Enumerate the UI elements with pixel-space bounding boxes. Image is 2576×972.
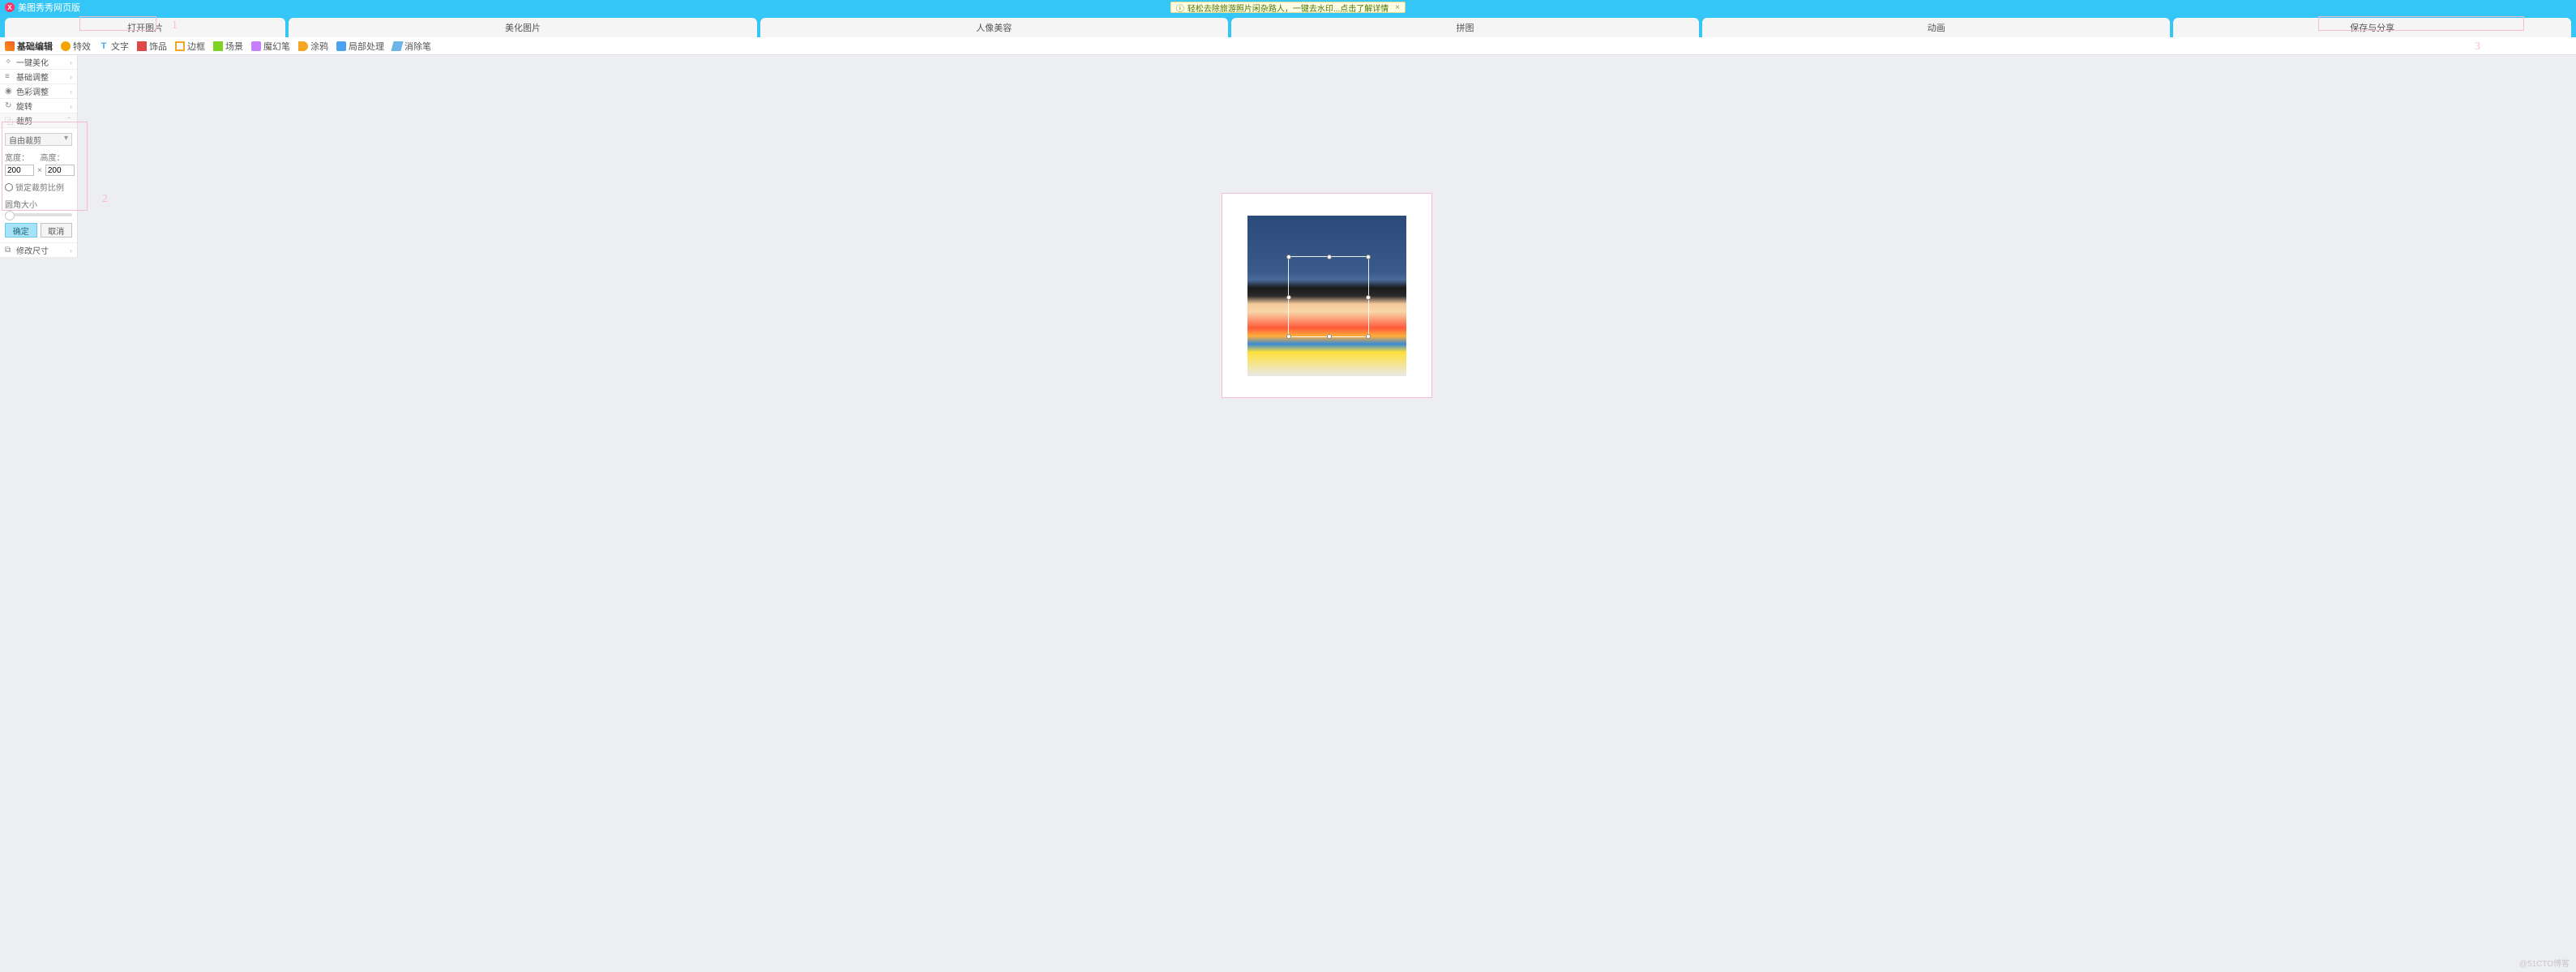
crop-handle-e[interactable] (1366, 295, 1371, 300)
tool-border[interactable]: 边框 (175, 40, 205, 53)
promo-banner[interactable]: ⓘ 轻松去除旅游照片闲杂路人，一键去水印...点击了解详情 × (1170, 2, 1406, 13)
annotation-1: 1 (172, 19, 178, 32)
ok-button[interactable]: 确定 (5, 223, 37, 238)
tool-basic-edit[interactable]: 基础编辑 (5, 40, 53, 53)
chevron-right-icon: › (70, 246, 72, 255)
annotation-3: 3 (2475, 41, 2480, 54)
tab-animation[interactable]: 动画 (1702, 18, 2170, 37)
height-input[interactable] (45, 165, 75, 176)
crop-handle-ne[interactable] (1366, 255, 1371, 259)
lock-ratio-radio[interactable] (5, 183, 13, 191)
accordion-rotate[interactable]: ↻旋转 › (0, 99, 77, 113)
tool-doodle[interactable]: 涂鸦 (298, 40, 328, 53)
accordion-one-click[interactable]: ✧一键美化 › (0, 55, 77, 70)
chevron-right-icon: › (70, 102, 72, 110)
color-adjust-icon: ◉ (5, 87, 13, 96)
tool-decor[interactable]: 饰品 (137, 40, 167, 53)
crop-handle-n[interactable] (1327, 255, 1332, 259)
crop-panel: 自由裁剪 宽度： 高度： × 锁定裁剪比例 圆角大小 确定 (0, 128, 77, 243)
accordion-basic-adjust[interactable]: ≡基础调整 › (0, 70, 77, 84)
dimension-separator: × (36, 166, 44, 175)
app-logo-icon: X (5, 2, 15, 12)
lock-ratio-row[interactable]: 锁定裁剪比例 (5, 181, 72, 193)
tab-open-image[interactable]: 打开图片 (5, 18, 285, 37)
title-bar: X 美图秀秀网页版 ⓘ 轻松去除旅游照片闲杂路人，一键去水印...点击了解详情 … (0, 0, 2576, 15)
app-title: 美图秀秀网页版 (18, 1, 80, 14)
rotate-icon: ↻ (5, 101, 13, 110)
tool-magic-pen[interactable]: 魔幻笔 (251, 40, 290, 53)
tool-bar: 基础编辑 特效 T文字 饰品 边框 场景 魔幻笔 涂鸦 局部处理 消除笔 (0, 37, 2576, 55)
tool-effects[interactable]: 特效 (61, 40, 91, 53)
resize-icon: ⧉ (5, 246, 13, 255)
doodle-icon (298, 41, 308, 51)
crop-handle-w[interactable] (1286, 295, 1291, 300)
chevron-up-icon: ⌃ (66, 116, 72, 125)
accordion-color-adjust[interactable]: ◉色彩调整 › (0, 84, 77, 99)
width-label: 宽度： (5, 151, 37, 163)
side-panel: ✧一键美化 › ≡基础调整 › ◉色彩调整 › ↻旋转 › ⿻裁剪 ⌃ 自由裁剪 (0, 55, 78, 258)
tool-scene[interactable]: 场景 (213, 40, 243, 53)
crop-mode-select[interactable]: 自由裁剪 (5, 133, 72, 146)
text-icon: T (99, 41, 109, 51)
tool-text[interactable]: T文字 (99, 40, 129, 53)
corner-radius-slider[interactable] (5, 213, 72, 216)
crop-selection[interactable] (1288, 256, 1369, 337)
cancel-button[interactable]: 取消 (41, 223, 73, 238)
erase-icon (391, 41, 403, 51)
main-tabs: 打开图片 美化图片 人像美容 拼图 动画 保存与分享 (0, 15, 2576, 37)
chevron-right-icon: › (70, 73, 72, 81)
canvas-frame (1222, 193, 1432, 398)
tab-collage[interactable]: 拼图 (1231, 18, 1699, 37)
crop-handle-sw[interactable] (1286, 334, 1291, 339)
magic-pen-icon (251, 41, 261, 51)
lock-ratio-label: 锁定裁剪比例 (15, 181, 64, 193)
width-input[interactable] (5, 165, 34, 176)
tool-erase[interactable]: 消除笔 (392, 40, 431, 53)
one-click-icon: ✧ (5, 58, 13, 66)
border-icon (175, 41, 185, 51)
chevron-right-icon: › (70, 58, 72, 66)
basic-adjust-icon: ≡ (5, 72, 13, 81)
tool-local[interactable]: 局部处理 (336, 40, 384, 53)
photo-preview[interactable] (1247, 216, 1406, 376)
crop-handle-s[interactable] (1327, 334, 1332, 339)
promo-text: 轻松去除旅游照片闲杂路人，一键去水印...点击了解详情 (1187, 2, 1389, 14)
accordion-resize[interactable]: ⧉修改尺寸 › (0, 243, 77, 258)
canvas-area (78, 55, 2576, 972)
basic-edit-icon (5, 41, 15, 51)
watermark: @51CTO博客 (2519, 957, 2570, 969)
crop-handle-se[interactable] (1366, 334, 1371, 339)
local-icon (336, 41, 346, 51)
effects-icon (61, 41, 71, 51)
close-icon[interactable]: × (1395, 3, 1400, 12)
crop-handle-nw[interactable] (1286, 255, 1291, 259)
info-icon: ⓘ (1176, 2, 1184, 14)
chevron-right-icon: › (70, 88, 72, 96)
accordion-crop[interactable]: ⿻裁剪 ⌃ (0, 113, 77, 128)
tab-beautify[interactable]: 美化图片 (289, 18, 756, 37)
scene-icon (213, 41, 223, 51)
decor-icon (137, 41, 147, 51)
workspace: 2 ✧一键美化 › ≡基础调整 › ◉色彩调整 › ↻旋转 › ⿻裁剪 ⌃ (0, 55, 2576, 972)
tab-save-share[interactable]: 保存与分享 (2173, 18, 2571, 37)
crop-icon: ⿻ (5, 114, 13, 126)
tab-portrait[interactable]: 人像美容 (760, 18, 1228, 37)
height-label: 高度： (41, 151, 73, 163)
corner-radius-label: 圆角大小 (5, 198, 72, 210)
